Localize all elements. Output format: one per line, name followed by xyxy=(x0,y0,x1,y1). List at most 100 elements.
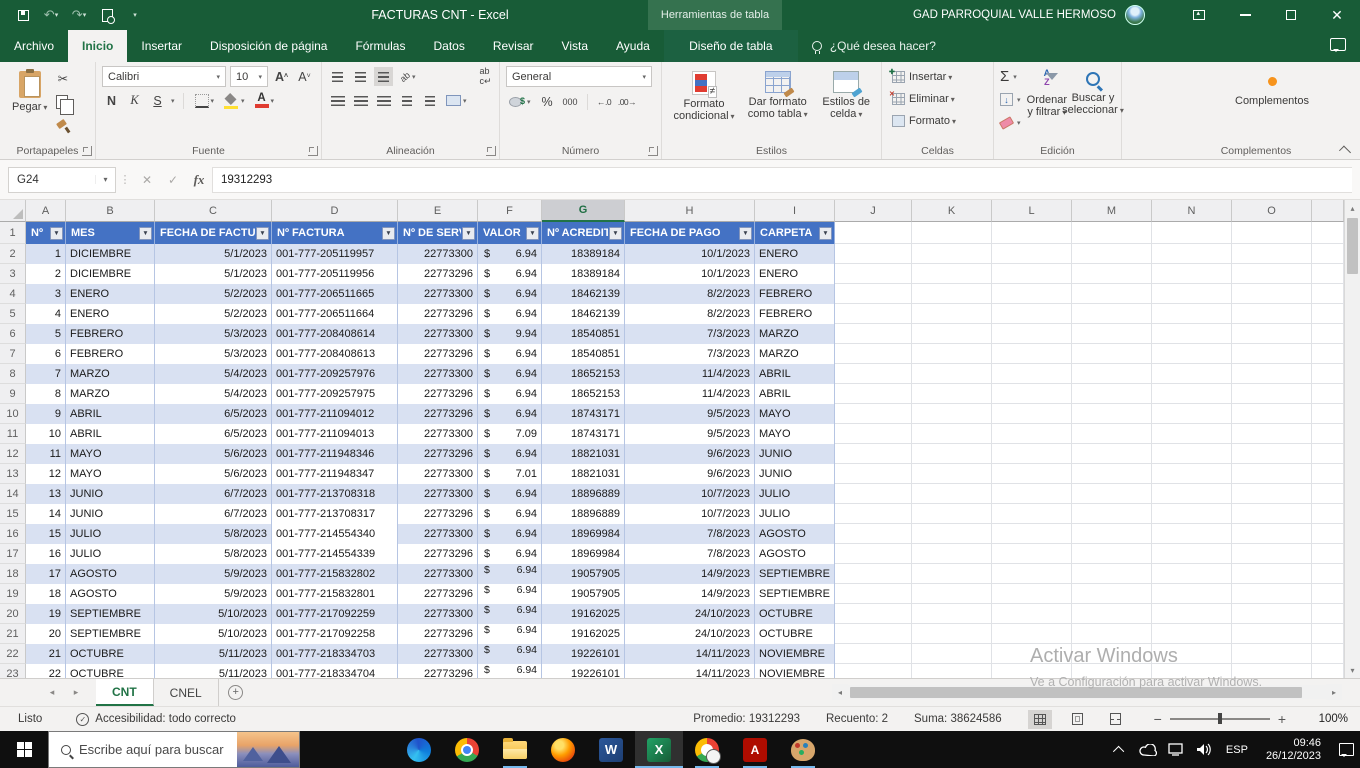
empty-cell[interactable] xyxy=(992,504,1072,524)
cell-carpeta[interactable]: OCTUBRE xyxy=(755,604,835,624)
empty-cell[interactable] xyxy=(912,264,992,284)
cell-num_acreditacion[interactable]: 19162025 xyxy=(542,604,625,624)
cell-carpeta[interactable]: ABRIL xyxy=(755,384,835,404)
cell-num_factura[interactable]: 001-777-206511664 xyxy=(272,304,398,324)
name-box[interactable]: G24 ▾ xyxy=(8,167,116,193)
empty-cell[interactable] xyxy=(912,444,992,464)
empty-cell[interactable] xyxy=(1152,584,1232,604)
cell-fecha_pago[interactable]: 11/4/2023 xyxy=(625,364,755,384)
empty-cell[interactable] xyxy=(1072,364,1152,384)
taskbar-clock[interactable]: 09:46 26/12/2023 xyxy=(1258,737,1329,763)
ribbon-tab-revisar[interactable]: Revisar xyxy=(479,30,548,62)
empty-cell[interactable] xyxy=(1072,624,1152,644)
align-right-icon[interactable] xyxy=(374,91,393,110)
filter-button[interactable]: ▼ xyxy=(139,227,152,240)
empty-cell[interactable] xyxy=(835,364,912,384)
cell-num_acreditacion[interactable]: 18652153 xyxy=(542,364,625,384)
cell-mes[interactable]: ENERO xyxy=(66,284,155,304)
cell-num_servicio[interactable]: 22773300 xyxy=(398,364,478,384)
empty-cell[interactable] xyxy=(1072,384,1152,404)
empty-cell[interactable] xyxy=(1312,324,1344,344)
empty-cell[interactable] xyxy=(992,584,1072,604)
cell-n[interactable]: 20 xyxy=(26,624,66,644)
column-header-J[interactable]: J xyxy=(835,200,912,222)
align-top-icon[interactable] xyxy=(328,67,347,86)
grow-font-icon[interactable]: A˄ xyxy=(272,67,291,86)
accessibility-status[interactable]: ✓ Accesibilidad: todo correcto xyxy=(76,713,236,726)
cell-valor[interactable]: $6.94 xyxy=(478,564,542,584)
cell-mes[interactable]: MAYO xyxy=(66,464,155,484)
cell-num_servicio[interactable]: 22773300 xyxy=(398,484,478,504)
cell-fecha_pago[interactable]: 7/8/2023 xyxy=(625,524,755,544)
empty-cell[interactable] xyxy=(1152,424,1232,444)
cell-valor[interactable]: $6.94 xyxy=(478,344,542,364)
row-header-1[interactable]: 1 xyxy=(0,222,26,244)
scroll-down-icon[interactable]: ▾ xyxy=(1345,662,1360,678)
column-header-B[interactable]: B xyxy=(66,200,155,222)
empty-cell[interactable] xyxy=(1072,584,1152,604)
empty-cell[interactable] xyxy=(1312,484,1344,504)
ribbon-tab-disposici-n-de-p-gina[interactable]: Disposición de página xyxy=(196,30,341,62)
cell-num_servicio[interactable]: 22773296 xyxy=(398,404,478,424)
cell-carpeta[interactable]: MAYO xyxy=(755,404,835,424)
cell-fecha_factura[interactable]: 5/1/2023 xyxy=(155,244,272,264)
confirm-entry-icon[interactable]: ✓ xyxy=(160,173,186,187)
empty-cell[interactable] xyxy=(1072,484,1152,504)
font-color-button[interactable]: A▾ xyxy=(252,91,278,111)
cut-icon[interactable]: ✂ xyxy=(53,69,72,88)
table-header-cell[interactable]: Nº ACREDITACION▼ xyxy=(542,222,625,244)
empty-cell[interactable] xyxy=(1152,324,1232,344)
increase-indent-icon[interactable] xyxy=(420,91,439,110)
tray-chevron-icon[interactable] xyxy=(1108,731,1132,768)
fuente-dialog-launcher[interactable] xyxy=(308,146,318,156)
vertical-scroll-thumb[interactable] xyxy=(1347,218,1358,274)
page-layout-view-icon[interactable] xyxy=(1066,710,1090,729)
cell-num_servicio[interactable]: 22773296 xyxy=(398,664,478,678)
empty-cell[interactable] xyxy=(835,444,912,464)
row-header-23[interactable]: 23 xyxy=(0,664,26,678)
account-avatar[interactable] xyxy=(1125,5,1145,25)
empty-cell[interactable] xyxy=(992,524,1072,544)
cell-n[interactable]: 9 xyxy=(26,404,66,424)
taskbar-acrobat-icon[interactable]: A xyxy=(731,731,779,768)
cell-num_servicio[interactable]: 22773296 xyxy=(398,304,478,324)
empty-cell[interactable] xyxy=(1312,264,1344,284)
language-indicator[interactable]: ESP xyxy=(1220,744,1254,756)
cell-fecha_factura[interactable]: 5/6/2023 xyxy=(155,464,272,484)
scroll-left-icon[interactable]: ◂ xyxy=(832,684,848,700)
cell-valor[interactable]: $6.94 xyxy=(478,404,542,424)
empty-cell[interactable] xyxy=(1232,424,1312,444)
cell-valor[interactable]: $7.01 xyxy=(478,464,542,484)
cell-n[interactable]: 14 xyxy=(26,504,66,524)
cell-valor[interactable]: $6.94 xyxy=(478,444,542,464)
qat-customize-icon[interactable]: ▾ xyxy=(126,6,144,24)
cell-n[interactable]: 16 xyxy=(26,544,66,564)
row-header-18[interactable]: 18 xyxy=(0,564,26,584)
cell-carpeta[interactable]: MAYO xyxy=(755,424,835,444)
empty-cell[interactable] xyxy=(835,324,912,344)
taskbar-firefox-icon[interactable] xyxy=(539,731,587,768)
cell-num_factura[interactable]: 001-777-206511665 xyxy=(272,284,398,304)
addins-button[interactable]: Complementos xyxy=(1217,67,1327,111)
cell-fecha_factura[interactable]: 5/2/2023 xyxy=(155,304,272,324)
cell-num_factura[interactable]: 001-777-215832801 xyxy=(272,584,398,604)
insert-function-icon[interactable]: fx xyxy=(186,172,212,188)
cell-carpeta[interactable]: NOVIEMBRE xyxy=(755,664,835,678)
empty-cell[interactable] xyxy=(992,464,1072,484)
cell-fecha_pago[interactable]: 11/4/2023 xyxy=(625,384,755,404)
empty-cell[interactable] xyxy=(912,464,992,484)
cell-fecha_factura[interactable]: 6/5/2023 xyxy=(155,404,272,424)
filter-button[interactable]: ▼ xyxy=(382,227,395,240)
cell-valor[interactable]: $6.94 xyxy=(478,624,542,644)
empty-cell[interactable] xyxy=(1232,244,1312,264)
empty-cell[interactable] xyxy=(1232,404,1312,424)
row-header-3[interactable]: 3 xyxy=(0,264,26,284)
decrease-indent-icon[interactable] xyxy=(397,91,416,110)
cell-mes[interactable]: AGOSTO xyxy=(66,564,155,584)
taskbar-paint-icon[interactable] xyxy=(779,731,827,768)
empty-cell[interactable] xyxy=(1072,564,1152,584)
empty-cell[interactable] xyxy=(992,344,1072,364)
cell-carpeta[interactable]: ENERO xyxy=(755,264,835,284)
cell-num_factura[interactable]: 001-777-213708317 xyxy=(272,504,398,524)
row-header-6[interactable]: 6 xyxy=(0,324,26,344)
